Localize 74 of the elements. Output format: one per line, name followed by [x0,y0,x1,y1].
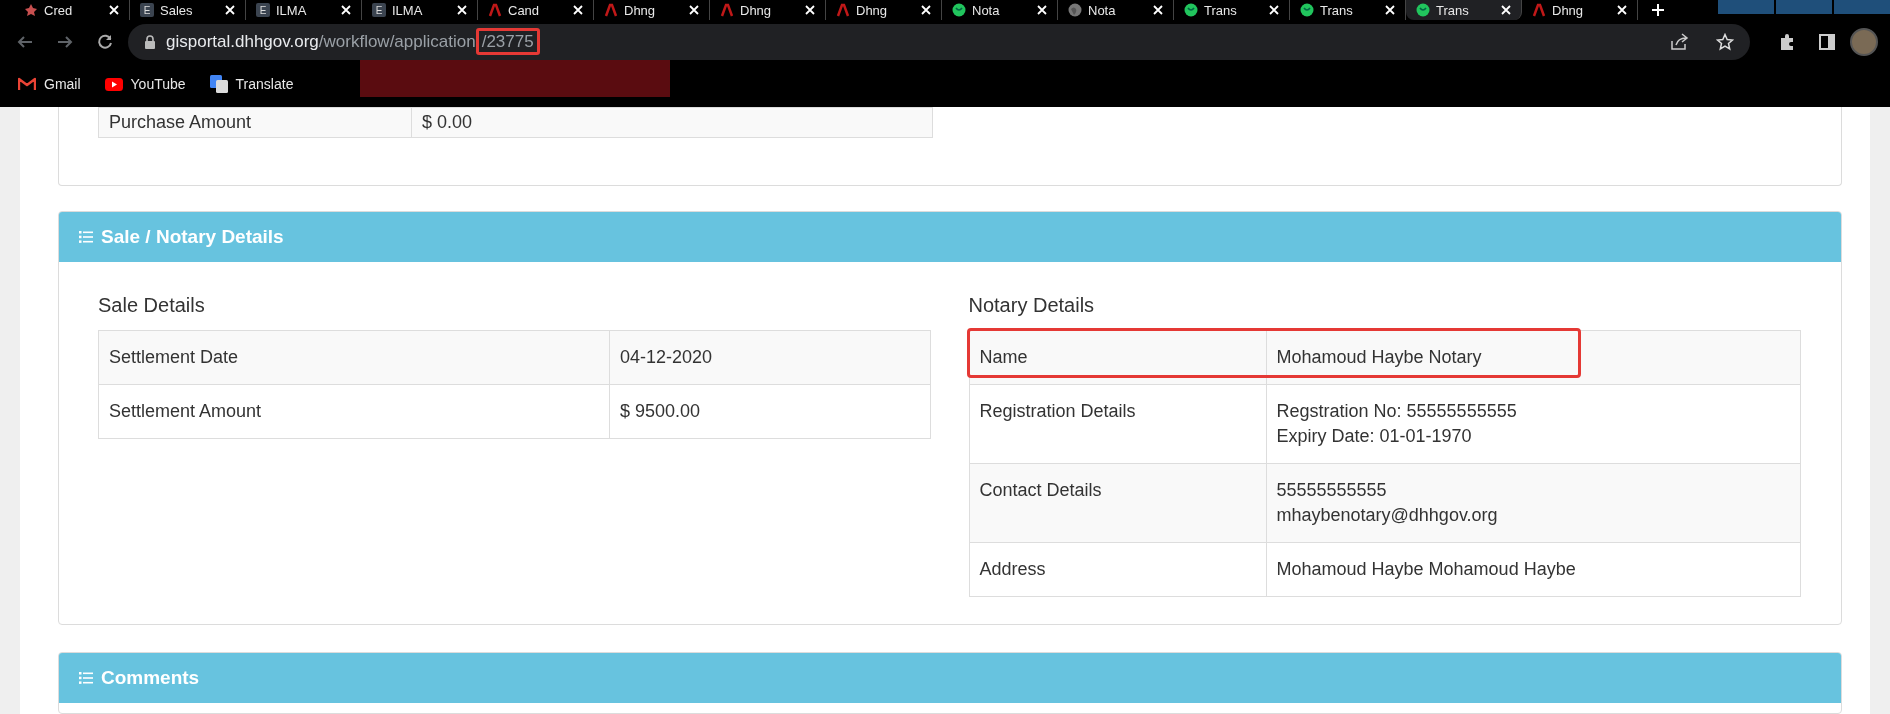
close-icon [1501,5,1511,15]
close-icon [805,5,815,15]
close-icon [225,5,235,15]
tab-title: Trans [1204,2,1238,18]
tab-title: ILMA [276,2,308,18]
close-icon [109,5,119,15]
smile-logo-icon [1300,3,1314,17]
globe-icon [1068,3,1082,17]
table-cell-text: 04-12-2020 [619,346,714,369]
close-icon [341,5,351,15]
table-cell-text: Mohamoud Haybe Notary [1275,346,1483,369]
star-icon [1716,33,1734,51]
logo-icon [720,3,734,17]
tab-title: Nota [972,2,1001,18]
section-heading: Sale Details [98,293,206,318]
table-cell-text: 55555555555 mhaybenotary@dhhgov.org [1275,479,1499,527]
table-cell-text: $ 0.00 [421,111,474,134]
logo-icon [1532,3,1546,17]
list-icon [79,672,93,684]
smile-logo-icon [1416,3,1430,17]
logo-icon [836,3,850,17]
letter-icon: E [140,3,154,17]
tab-title: Dhng [1552,2,1585,18]
close-icon [1269,5,1279,15]
logo-icon [488,3,502,17]
close-icon [689,5,699,15]
tab-title: Nota [1088,2,1117,18]
table-cell: Purchase Amount [99,108,412,137]
plus-icon [1651,3,1665,17]
smile-logo-icon [952,3,966,17]
tab-title: Trans [1320,2,1354,18]
close-icon [1153,5,1163,15]
close-icon [457,5,467,15]
close-icon [1037,5,1047,15]
logo-icon [604,3,618,17]
tab-title: Trans [1436,2,1470,18]
tab-title: Dhng [856,2,889,18]
tab-title: ILMA [392,2,424,18]
table-cell-text: Regstration No: 55555555555 Expiry Date: 01-01-1970 [1275,400,1518,448]
bookmark-link[interactable]: YouTube [104,76,186,92]
table-cell-text: Mohamoud Haybe Mohamoud Haybe [1275,558,1577,581]
table-cell: Address [969,543,1267,596]
panel-title: Sale / Notary Details [101,226,284,248]
tab-title: Cred [44,2,74,18]
table-cell-text: $ 9500.00 [619,400,702,423]
tab-title: Cand [508,2,541,18]
close-icon [1617,5,1627,15]
side-panel-icon [1818,33,1836,51]
close-icon [573,5,583,15]
puzzle-icon [1778,33,1796,51]
play-icon [104,77,123,91]
lock-icon [144,35,156,49]
close-icon [1385,5,1395,15]
reload-icon [96,33,114,51]
share-icon [1670,33,1690,51]
tab-title: Dhng [740,2,773,18]
avatar-button[interactable] [1850,28,1878,56]
smile-logo-icon [1184,3,1198,17]
panel-title: Comments [101,667,200,689]
star-icon [24,3,38,17]
section-heading: Notary Details [968,293,1096,318]
letter-icon: E [256,3,270,17]
tab-title: Sales [160,2,194,18]
bookmark-link[interactable]: Translate [209,75,294,93]
mail-icon [18,77,36,91]
translate-icon [209,75,228,93]
address-bar[interactable]: gisportal.dhhgov.org/workflow/application /23775 [128,24,1750,60]
list-icon [79,231,93,243]
table-cell: Settlement Amount [99,385,610,438]
browser-tab[interactable]: Trans [1406,0,1522,20]
close-icon [921,5,931,15]
letter-icon: E [372,3,386,17]
tab-title: Dhng [624,2,657,18]
bookmark-link[interactable]: Gmail [18,76,81,92]
